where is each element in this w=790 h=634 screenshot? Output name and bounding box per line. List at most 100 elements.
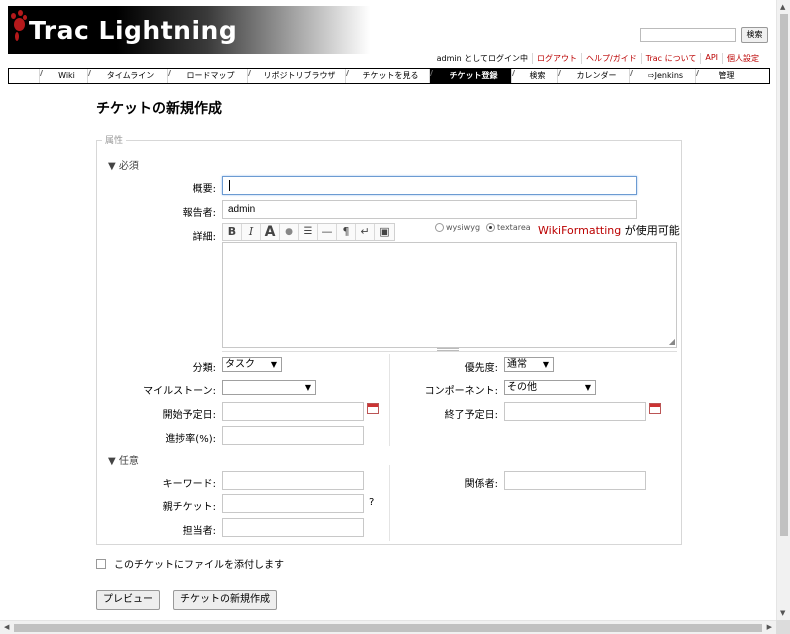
- priority-value: 通常: [507, 359, 527, 370]
- nav-roadmap[interactable]: ロードマップ: [167, 69, 247, 83]
- keywords-label: キーワード:: [162, 479, 216, 490]
- nav-calendar[interactable]: カレンダー: [557, 69, 629, 83]
- start-date-label: 開始予定日:: [162, 410, 216, 421]
- wikiformatting-link[interactable]: WikiFormatting: [538, 224, 621, 237]
- textarea-resizer[interactable]: [222, 348, 677, 352]
- wikiformatting-hint: WikiFormatting が使用可能: [538, 222, 680, 238]
- attach-option[interactable]: このチケットにファイルを添付します: [96, 556, 284, 571]
- milestone-label: マイルストーン:: [143, 386, 216, 397]
- chevron-down-icon: ▼: [270, 360, 277, 369]
- component-select[interactable]: その他 ▼: [504, 380, 596, 395]
- scroll-left-icon[interactable]: ◀: [4, 623, 9, 631]
- progress-input[interactable]: [222, 426, 364, 445]
- nav-timeline[interactable]: タイムライン: [87, 69, 167, 83]
- description-label: 詳細:: [192, 232, 216, 243]
- type-value: タスク: [225, 359, 255, 370]
- textarea-radio[interactable]: [486, 223, 496, 232]
- nav-admin[interactable]: 管理: [695, 69, 751, 83]
- reporter-input[interactable]: admin: [222, 200, 637, 219]
- scroll-up-icon[interactable]: ▲: [780, 3, 785, 11]
- priority-label: 優先度:: [464, 363, 498, 374]
- nav-newticket[interactable]: チケット登録: [429, 69, 511, 83]
- nav-search[interactable]: 検索: [511, 69, 557, 83]
- column-divider: [389, 354, 390, 446]
- about-link[interactable]: Trac について: [640, 53, 701, 64]
- linebreak-icon[interactable]: ↵: [356, 224, 375, 240]
- heading-icon[interactable]: A: [261, 224, 280, 240]
- hr-icon[interactable]: —: [318, 224, 337, 240]
- bold-icon[interactable]: B: [223, 224, 242, 240]
- type-select[interactable]: タスク ▼: [222, 357, 282, 372]
- attach-label: このチケットにファイルを添付します: [114, 560, 284, 571]
- parent-help-icon[interactable]: ?: [369, 497, 374, 508]
- optional-section-toggle[interactable]: ▼ 任意: [108, 452, 139, 467]
- owner-input[interactable]: [222, 518, 364, 537]
- prefs-link[interactable]: 個人設定: [722, 53, 763, 64]
- cc-input[interactable]: [504, 471, 646, 490]
- resize-grip-icon[interactable]: ◢: [669, 337, 675, 346]
- reporter-label: 報告者:: [182, 208, 216, 219]
- owner-label: 担当者:: [182, 526, 216, 537]
- page-title: チケットの新規作成: [96, 101, 222, 117]
- chevron-down-icon: ▼: [304, 383, 311, 392]
- create-ticket-button[interactable]: チケットの新規作成: [173, 590, 277, 610]
- image-icon[interactable]: ▣: [375, 224, 394, 240]
- calendar-icon[interactable]: [649, 403, 661, 414]
- scroll-thumb-horizontal[interactable]: [14, 624, 762, 632]
- scroll-right-icon[interactable]: ▶: [767, 623, 772, 631]
- parent-ticket-input[interactable]: [222, 494, 364, 513]
- cc-label: 関係者:: [464, 479, 498, 490]
- logout-link[interactable]: ログアウト: [532, 53, 581, 64]
- paragraph-icon[interactable]: ¶: [337, 224, 356, 240]
- code-icon[interactable]: ☰: [299, 224, 318, 240]
- search-button[interactable]: 検索: [741, 27, 768, 43]
- calendar-icon[interactable]: [367, 403, 379, 414]
- textarea-label: textarea: [497, 223, 531, 232]
- help-link[interactable]: ヘルプ/ガイド: [581, 53, 641, 64]
- nav-jenkins[interactable]: ⇨Jenkins: [629, 69, 695, 83]
- priority-select[interactable]: 通常 ▼: [504, 357, 554, 372]
- italic-icon[interactable]: I: [242, 224, 261, 240]
- attach-checkbox[interactable]: [96, 558, 106, 569]
- text-cursor: [229, 180, 230, 191]
- end-date-label: 終了予定日:: [444, 410, 498, 421]
- search-input[interactable]: [640, 28, 736, 42]
- summary-label: 概要:: [192, 184, 216, 195]
- wikiformatting-suffix: が使用可能: [621, 224, 680, 237]
- required-section-toggle[interactable]: ▼ 必須: [108, 157, 139, 172]
- trac-logo[interactable]: Trac Lightning: [8, 6, 370, 54]
- api-link[interactable]: API: [700, 53, 722, 64]
- nav-tickets[interactable]: チケットを見る: [345, 69, 429, 83]
- milestone-select[interactable]: ▼: [222, 380, 316, 395]
- component-value: その他: [507, 382, 537, 393]
- horizontal-scrollbar[interactable]: ◀ ▶: [0, 620, 776, 634]
- nav-browser[interactable]: リポジトリブラウザ: [247, 69, 345, 83]
- nav-wiki[interactable]: Wiki: [39, 69, 87, 83]
- type-label: 分類:: [192, 363, 216, 374]
- scroll-corner: [776, 620, 790, 634]
- description-textarea[interactable]: ◢: [222, 242, 677, 348]
- vertical-scrollbar[interactable]: ▲ ▼: [776, 0, 790, 620]
- brand-name: Trac Lightning: [29, 15, 238, 45]
- scroll-down-icon[interactable]: ▼: [780, 609, 785, 617]
- editor-mode-switch: wysiwyg textarea: [435, 223, 531, 232]
- wysiwyg-radio[interactable]: [435, 223, 444, 232]
- chevron-down-icon: ▼: [584, 383, 591, 392]
- summary-input[interactable]: [222, 176, 637, 195]
- meta-nav: admin としてログイン中 ログアウト ヘルプ/ガイド Trac について A…: [433, 53, 763, 64]
- preview-button[interactable]: プレビュー: [96, 590, 160, 610]
- column-divider-optional: [389, 465, 390, 541]
- wysiwyg-label: wysiwyg: [446, 223, 481, 232]
- end-date-input[interactable]: [504, 402, 646, 421]
- start-date-input[interactable]: [222, 402, 364, 421]
- parent-ticket-label: 親チケット:: [162, 502, 216, 513]
- scroll-thumb[interactable]: [780, 14, 788, 536]
- paw-icon: [10, 10, 28, 50]
- wiki-toolbar: B I A ● ☰ — ¶ ↵ ▣: [222, 223, 395, 241]
- progress-label: 進捗率(%):: [165, 434, 216, 445]
- main-nav: Wiki タイムライン ロードマップ リポジトリブラウザ チケットを見る チケッ…: [8, 68, 770, 84]
- keywords-input[interactable]: [222, 471, 364, 490]
- link-icon[interactable]: ●: [280, 224, 299, 240]
- properties-legend: 属性: [102, 133, 127, 146]
